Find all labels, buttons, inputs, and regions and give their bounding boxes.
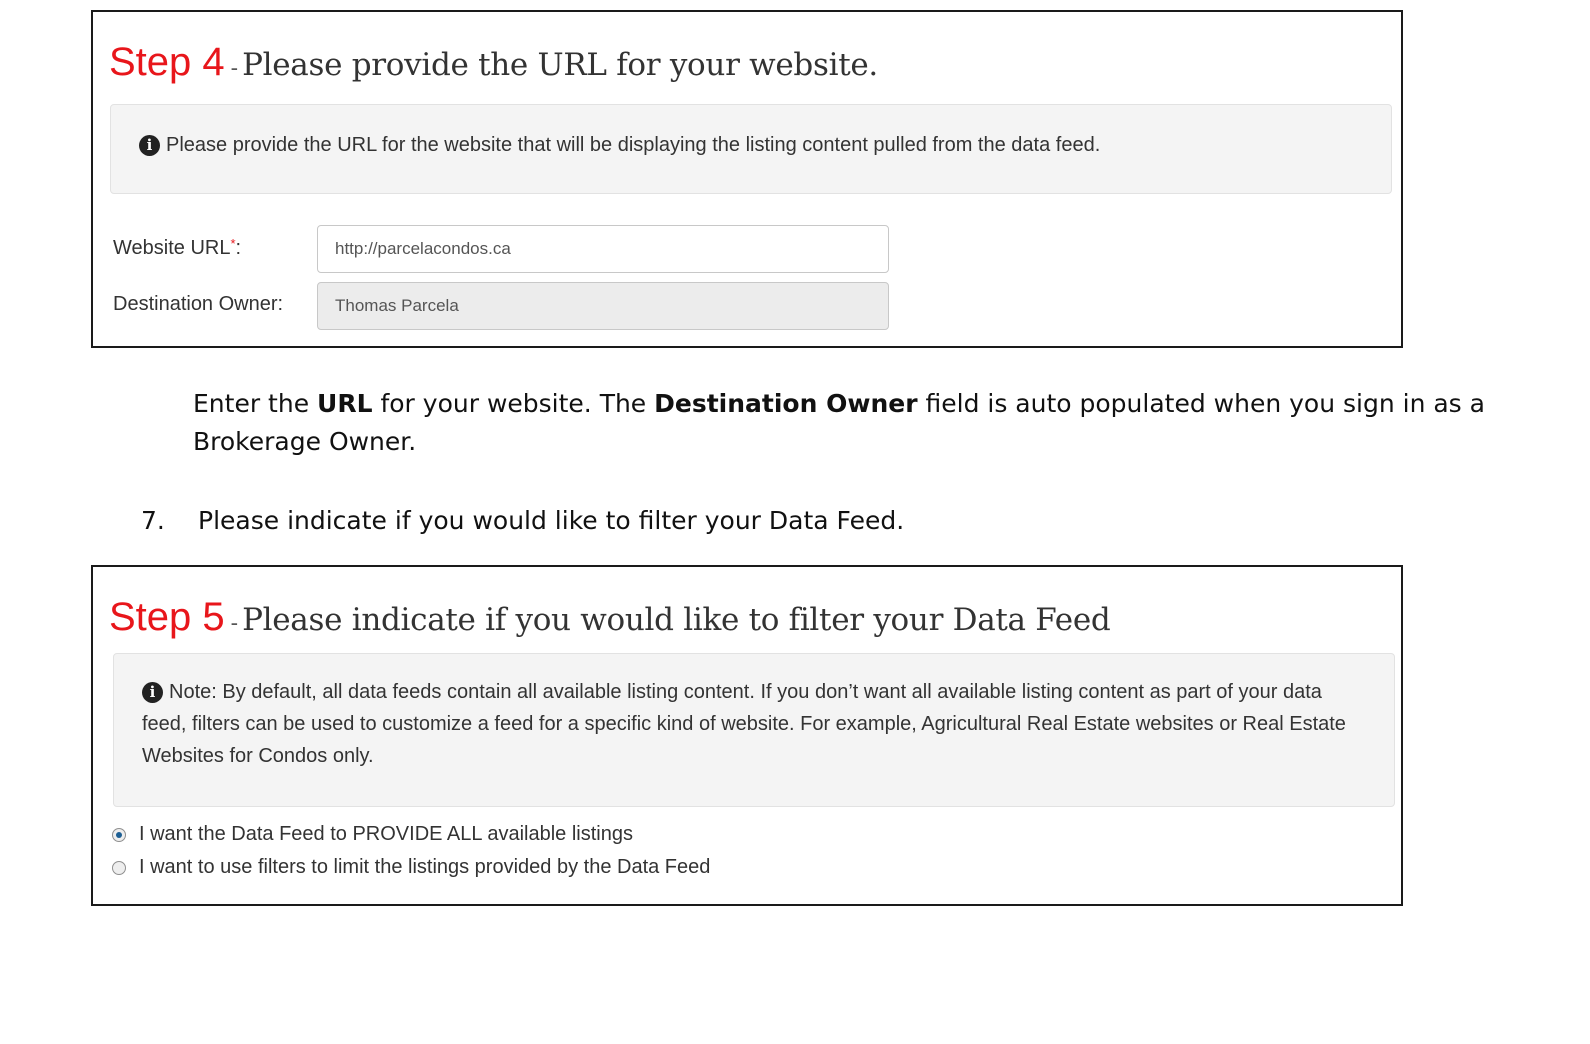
step4-info-text: Please provide the URL for the website t… <box>166 134 1101 156</box>
radio-option-use-filters[interactable]: I want to use filters to limit the listi… <box>112 856 710 879</box>
website-url-label-text: Website URL <box>113 237 231 259</box>
step4-screenshot: Step 4- Please provide the URL for your w… <box>91 10 1403 348</box>
instruction-bold-url: URL <box>317 389 373 418</box>
numbered-item-7: 7. Please indicate if you would like to f… <box>141 502 904 540</box>
info-circle-icon: i <box>139 135 160 156</box>
radio-button-use-filters[interactable] <box>112 860 126 875</box>
step4-heading: Step 4- Please provide the URL for your w… <box>109 40 878 85</box>
website-url-input[interactable] <box>317 225 889 273</box>
destination-owner-field <box>317 282 889 330</box>
instruction-text-1: Enter the <box>193 389 318 418</box>
item-number: 7. <box>141 506 165 535</box>
step5-info-text: Note: By default, all data feeds contain… <box>142 681 1346 767</box>
radio-button-provide-all[interactable] <box>112 827 126 842</box>
instruction-bold-owner: Destination Owner <box>654 389 918 418</box>
step4-info-box: i Please provide the URL for the website … <box>110 104 1392 194</box>
step5-screenshot: Step 5- Please indicate if you would like… <box>91 565 1403 906</box>
step4-dash: - <box>230 56 239 81</box>
step5-title: Please indicate if you would like to fil… <box>242 602 1111 638</box>
instruction-paragraph: Enter the URL for your website. The Dest… <box>193 385 1553 461</box>
step5-number: Step 5 <box>109 595 225 639</box>
website-url-label: Website URL*: <box>113 236 241 260</box>
radio-label-use-filters: I want to use filters to limit the listi… <box>139 856 711 878</box>
step5-heading: Step 5- Please indicate if you would like… <box>109 595 1111 640</box>
website-url-label-colon: : <box>235 237 242 259</box>
step5-dash: - <box>230 611 239 636</box>
step5-info-box: i Note: By default, all data feeds contai… <box>113 653 1395 807</box>
destination-owner-label: Destination Owner: <box>113 293 284 315</box>
instruction-text-2: for your website. The <box>372 389 655 418</box>
step4-number: Step 4 <box>109 40 225 84</box>
info-circle-icon: i <box>142 682 163 703</box>
radio-label-provide-all: I want the Data Feed to PROVIDE ALL avai… <box>139 823 633 845</box>
radio-option-provide-all[interactable]: I want the Data Feed to PROVIDE ALL avai… <box>112 823 633 846</box>
item-text: Please indicate if you would like to fil… <box>198 506 905 535</box>
step4-title: Please provide the URL for your website. <box>242 47 878 83</box>
